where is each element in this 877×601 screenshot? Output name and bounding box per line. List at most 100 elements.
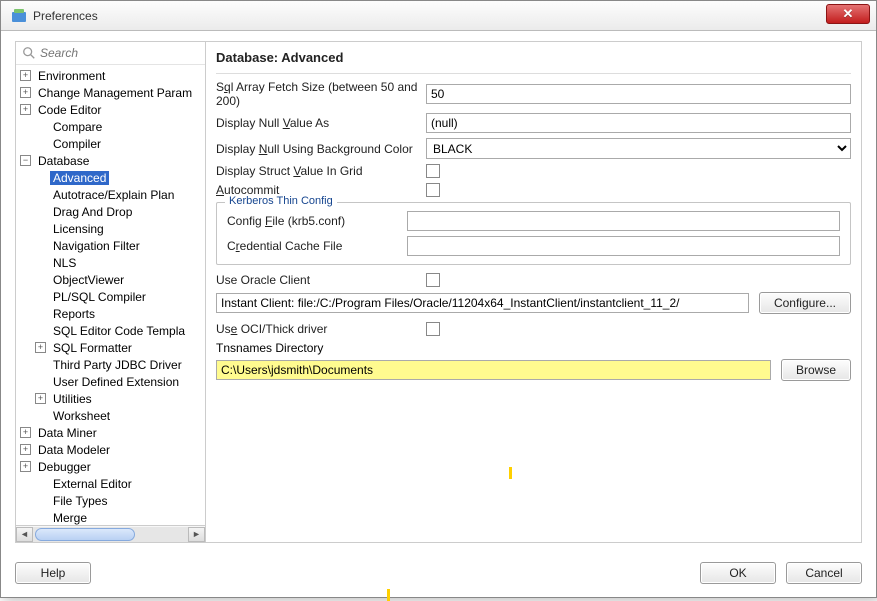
horizontal-scrollbar[interactable]: ◄ ► <box>16 525 205 542</box>
tns-row: Browse <box>216 359 851 381</box>
tree-item[interactable]: NLS <box>16 254 205 271</box>
tree-item[interactable]: Autotrace/Explain Plan <box>16 186 205 203</box>
close-button[interactable]: ✕ <box>826 4 870 24</box>
null-bg-select[interactable]: BLACK <box>426 138 851 159</box>
highlight-mark <box>387 589 390 601</box>
fetch-size-input[interactable] <box>426 84 851 104</box>
null-value-input[interactable] <box>426 113 851 133</box>
kerberos-config-input[interactable] <box>407 211 840 231</box>
ok-button[interactable]: OK <box>700 562 776 584</box>
configure-button[interactable]: Configure... <box>759 292 851 314</box>
search-row <box>16 42 205 65</box>
search-icon <box>22 46 36 60</box>
browse-button[interactable]: Browse <box>781 359 851 381</box>
tree-item[interactable]: Worksheet <box>16 407 205 424</box>
tree-twisty-icon[interactable]: + <box>20 444 31 455</box>
main-panel: Database: Advanced Sql Array Fetch Size … <box>206 42 861 542</box>
tree-item[interactable]: Advanced <box>16 169 205 186</box>
tree-item[interactable]: Navigation Filter <box>16 237 205 254</box>
cancel-button[interactable]: Cancel <box>786 562 862 584</box>
tns-label-row: Tnsnames Directory <box>216 341 851 355</box>
tree-item[interactable]: + Change Management Param <box>16 84 205 101</box>
button-bar: Help OK Cancel <box>15 559 862 587</box>
tree-item-label: Third Party JDBC Driver <box>50 358 185 372</box>
tree-twisty-icon[interactable]: + <box>35 342 46 353</box>
tree-item[interactable]: +Environment <box>16 67 205 84</box>
tree-item[interactable]: + Data Modeler <box>16 441 205 458</box>
tree-item[interactable]: Compare <box>16 118 205 135</box>
use-oracle-checkbox[interactable] <box>426 273 440 287</box>
tree-item[interactable]: PL/SQL Compiler <box>16 288 205 305</box>
tree-item-label: Reports <box>50 307 98 321</box>
scroll-thumb[interactable] <box>35 528 135 541</box>
kerberos-config-row: Config File (krb5.conf) <box>227 211 840 231</box>
tree-item-label: PL/SQL Compiler <box>50 290 149 304</box>
tree-item-label: Compiler <box>50 137 104 151</box>
tree-item-label: Merge <box>50 511 90 525</box>
tree-item[interactable]: +Code Editor <box>16 101 205 118</box>
tree-item[interactable]: + Debugger <box>16 458 205 475</box>
kerberos-cred-input[interactable] <box>407 236 840 256</box>
inner-frame: +Environment+Change Management Param+Cod… <box>15 41 862 543</box>
search-input[interactable] <box>40 46 199 60</box>
tree-twisty-icon[interactable]: + <box>20 461 31 472</box>
tree-item[interactable]: + Data Miner <box>16 424 205 441</box>
tree-item[interactable]: Reports <box>16 305 205 322</box>
struct-row: Display Struct Value In Grid <box>216 164 851 178</box>
instant-client-row: Configure... <box>216 292 851 314</box>
struct-checkbox[interactable] <box>426 164 440 178</box>
tree-item[interactable]: Compiler <box>16 135 205 152</box>
content-area: +Environment+Change Management Param+Cod… <box>1 31 876 597</box>
fetch-size-row: Sql Array Fetch Size (between 50 and 200… <box>216 80 851 108</box>
use-oci-row: Use OCI/Thick driver <box>216 322 851 336</box>
tree-twisty-icon[interactable]: − <box>20 155 31 166</box>
fetch-size-label: Sql Array Fetch Size (between 50 and 200… <box>216 80 426 108</box>
tree-item-label: Licensing <box>50 222 107 236</box>
tree-item-label: Navigation Filter <box>50 239 143 253</box>
autocommit-checkbox[interactable] <box>426 183 440 197</box>
scroll-right-arrow[interactable]: ► <box>188 527 205 542</box>
tree-item-label: Change Management Param <box>35 86 195 100</box>
tree-item[interactable]: Licensing <box>16 220 205 237</box>
tree-item[interactable]: −Database <box>16 152 205 169</box>
tree-item-label: Debugger <box>35 460 94 474</box>
page-heading: Database: Advanced <box>216 46 851 74</box>
category-tree[interactable]: +Environment+Change Management Param+Cod… <box>16 65 205 525</box>
tree-item-label: Drag And Drop <box>50 205 135 219</box>
scroll-track[interactable] <box>33 527 188 542</box>
tree-twisty-icon[interactable]: + <box>35 393 46 404</box>
tree-item[interactable]: Third Party JDBC Driver <box>16 356 205 373</box>
tree-item[interactable]: + Utilities <box>16 390 205 407</box>
tree-item[interactable]: Merge <box>16 509 205 525</box>
tree-item[interactable]: ObjectViewer <box>16 271 205 288</box>
app-icon <box>11 8 27 24</box>
tree-item[interactable]: File Types <box>16 492 205 509</box>
tree-item-label: SQL Editor Code Templa <box>50 324 188 338</box>
kerberos-cred-label: Credential Cache File <box>227 239 407 253</box>
tree-item[interactable]: SQL Editor Code Templa <box>16 322 205 339</box>
tree-item-label: Utilities <box>50 392 95 406</box>
tree-item-label: Compare <box>50 120 105 134</box>
tree-item[interactable]: Drag And Drop <box>16 203 205 220</box>
tree-item-label: Data Modeler <box>35 443 113 457</box>
tree-item-label: External Editor <box>50 477 135 491</box>
scroll-left-arrow[interactable]: ◄ <box>16 527 33 542</box>
tree-twisty-icon[interactable]: + <box>20 70 31 81</box>
highlight-mark <box>509 467 512 479</box>
null-value-row: Display Null Value As <box>216 113 851 133</box>
tree-item[interactable]: External Editor <box>16 475 205 492</box>
tree-twisty-icon[interactable]: + <box>20 87 31 98</box>
tree-twisty-icon[interactable]: + <box>20 104 31 115</box>
tree-item-label: Data Miner <box>35 426 100 440</box>
tree-twisty-icon[interactable]: + <box>20 427 31 438</box>
use-oci-checkbox[interactable] <box>426 322 440 336</box>
preferences-window: Preferences ✕ +Environment+Change Manage… <box>0 0 877 598</box>
tree-item-label: Worksheet <box>50 409 113 423</box>
tns-label: Tnsnames Directory <box>216 341 323 355</box>
use-oracle-label: Use Oracle Client <box>216 273 426 287</box>
instant-client-input[interactable] <box>216 293 749 313</box>
tns-input[interactable] <box>216 360 771 380</box>
tree-item[interactable]: +SQL Formatter <box>16 339 205 356</box>
tree-item[interactable]: User Defined Extension <box>16 373 205 390</box>
help-button[interactable]: Help <box>15 562 91 584</box>
